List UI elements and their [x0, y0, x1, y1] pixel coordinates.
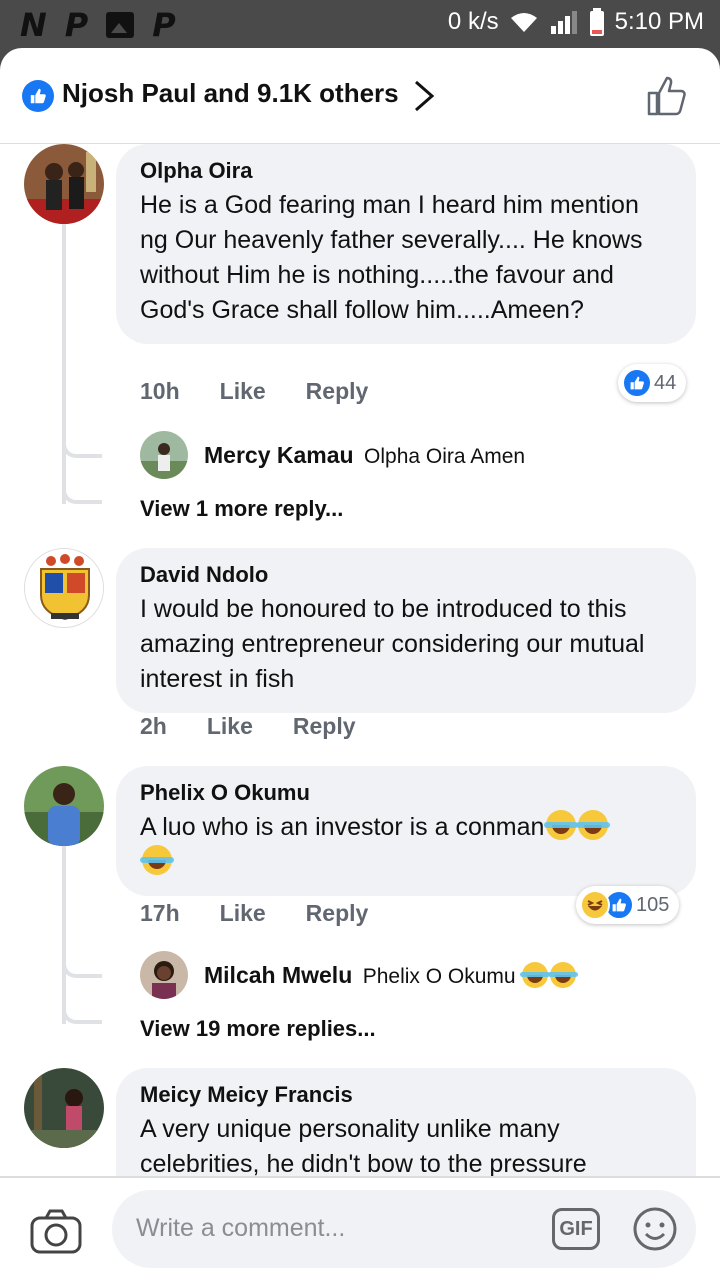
- reactions-header[interactable]: Njosh Paul and 9.1K others: [0, 48, 720, 144]
- image-notification-icon: [106, 12, 135, 38]
- reply-text: Phelix O Okumu: [362, 964, 516, 988]
- reply-link[interactable]: Reply: [306, 378, 369, 405]
- notification-p-icon: P: [64, 6, 89, 44]
- comment-text: I would be honoured to be introduced to …: [140, 595, 645, 693]
- view-more-replies-link[interactable]: View 19 more replies...: [140, 1016, 376, 1042]
- comment-bubble[interactable]: Phelix O Okumu A luo who is an investor …: [116, 766, 696, 896]
- notification-p-icon-2: P: [152, 6, 176, 44]
- net-speed: 0 k/s: [447, 8, 499, 35]
- reaction-count: 44: [654, 371, 677, 394]
- comment-author[interactable]: Meicy Meicy Francis: [140, 1082, 672, 1108]
- comment-text-content: A luo who is an investor is a conman: [140, 813, 545, 841]
- comment-author[interactable]: David Ndolo: [140, 562, 672, 588]
- comment-actions: 10h Like Reply: [140, 378, 368, 405]
- reaction-count: 105: [636, 893, 670, 916]
- wifi-icon: [510, 13, 537, 32]
- comment-actions: 2h Like Reply: [140, 713, 356, 740]
- comments-sheet: Njosh Paul and 9.1K others Olpha Oira He…: [0, 48, 720, 1280]
- reply-preview[interactable]: Milcah Mwelu Phelix O Okumu: [140, 951, 579, 999]
- comment-author[interactable]: Phelix O Okumu: [140, 780, 672, 806]
- avatar[interactable]: [140, 431, 188, 479]
- comment-text: A luo who is an investor is a conman: [140, 810, 672, 880]
- avatar[interactable]: [140, 951, 188, 999]
- like-link[interactable]: Like: [207, 713, 253, 740]
- reply-author[interactable]: Milcah Mwelu: [204, 962, 352, 988]
- reaction-count-pill[interactable]: 44: [618, 364, 687, 402]
- avatar[interactable]: [24, 548, 104, 628]
- like-reaction-icon: [622, 368, 652, 398]
- reply-author[interactable]: Mercy Kamau: [204, 442, 354, 468]
- status-right: 0 k/s 5:10 PM: [448, 8, 704, 36]
- comment-time: 2h: [140, 713, 167, 739]
- reply-preview[interactable]: Mercy Kamau Olpha Oira Amen: [140, 431, 525, 479]
- laughing-emoji-icon: [140, 845, 174, 875]
- reaction-count-pill[interactable]: 105: [576, 886, 680, 924]
- emoji-picker-icon[interactable]: [632, 1206, 678, 1252]
- thread-connector: [62, 958, 102, 978]
- comment-input-placeholder: Write a comment...: [136, 1214, 346, 1242]
- notification-n-icon: N: [20, 6, 47, 44]
- thread-connector: [62, 478, 102, 504]
- signal-icon: [550, 11, 577, 34]
- chevron-right-icon[interactable]: [410, 78, 438, 114]
- thread-connector: [62, 998, 102, 1024]
- like-link[interactable]: Like: [220, 378, 266, 405]
- gif-button[interactable]: GIF: [552, 1208, 600, 1250]
- notification-icons: N P P: [20, 6, 176, 44]
- comment-author[interactable]: Olpha Oira: [140, 158, 672, 184]
- comment-time: 17h: [140, 900, 180, 926]
- comment-text: He is a God fearing man I heard him ment…: [140, 191, 643, 324]
- thread-connector: [62, 438, 102, 458]
- laughing-emoji-icon: [544, 810, 579, 840]
- comment-composer: Write a comment... GIF: [0, 1176, 720, 1280]
- comment-text: A very unique personality unlike many ce…: [140, 1115, 587, 1178]
- like-reaction-icon: [22, 80, 54, 112]
- clock: 5:10 PM: [614, 8, 704, 35]
- comment-bubble[interactable]: Olpha Oira He is a God fearing man I hea…: [116, 144, 696, 344]
- reply-link[interactable]: Reply: [293, 713, 356, 740]
- comment-input[interactable]: Write a comment... GIF: [112, 1190, 696, 1268]
- reply-link[interactable]: Reply: [306, 900, 369, 927]
- thread-line: [62, 224, 66, 504]
- like-button-icon[interactable]: [646, 74, 690, 118]
- avatar[interactable]: [24, 1068, 104, 1148]
- view-more-replies-link[interactable]: View 1 more reply...: [140, 496, 343, 522]
- comment-bubble[interactable]: David Ndolo I would be honoured to be in…: [116, 548, 696, 713]
- laughing-emoji-icon: [548, 961, 579, 988]
- haha-reaction-icon: [580, 890, 610, 920]
- like-link[interactable]: Like: [220, 900, 266, 927]
- avatar[interactable]: [24, 144, 104, 224]
- comment-time: 10h: [140, 378, 180, 404]
- avatar[interactable]: [24, 766, 104, 846]
- status-bar: N P P 0 k/s 5:10 PM: [0, 0, 720, 48]
- camera-icon[interactable]: [30, 1208, 82, 1254]
- comment-actions: 17h Like Reply: [140, 900, 368, 927]
- battery-icon: [589, 8, 604, 36]
- laughing-emoji-icon: [520, 961, 551, 988]
- reply-text: Olpha Oira Amen: [364, 444, 526, 468]
- reactions-summary[interactable]: Njosh Paul and 9.1K others: [62, 78, 399, 109]
- laughing-emoji-icon: [576, 810, 611, 840]
